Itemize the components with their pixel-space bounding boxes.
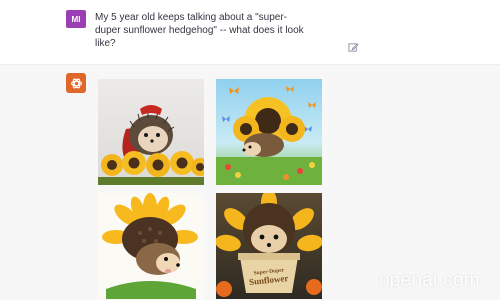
assistant-message-row: Super-Duper Sunflower openai.com [0, 64, 500, 300]
watermark-text: openai.com [378, 270, 480, 291]
assistant-avatar [66, 73, 86, 93]
user-message-row: MI My 5 year old keeps talking about a "… [0, 0, 500, 64]
openai-logo-icon [70, 78, 82, 88]
user-avatar: MI [66, 10, 86, 28]
user-message-text: My 5 year old keeps talking about a "sup… [95, 12, 304, 49]
hedgehog-sunflower-meadow-image[interactable] [216, 79, 322, 185]
hedgehog-sunflower-pot-image[interactable]: Super-Duper Sunflower [216, 193, 322, 299]
hedgehog-superhero-image[interactable] [98, 79, 204, 185]
hedgehog-sunflower-head-image[interactable] [98, 193, 204, 299]
generated-image-grid: Super-Duper Sunflower [98, 79, 324, 300]
edit-icon[interactable] [348, 42, 359, 53]
